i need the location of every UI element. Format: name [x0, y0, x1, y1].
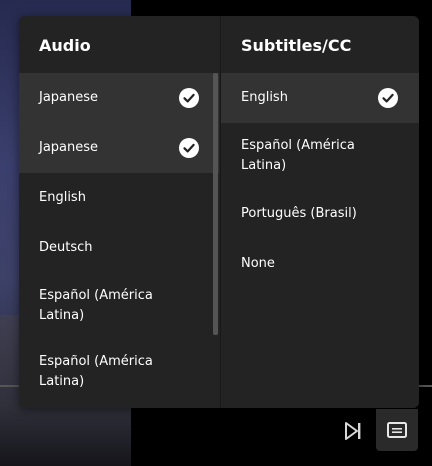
subtitle-option-portugues[interactable]: Português (Brasil) [221, 189, 419, 239]
captions-button[interactable] [376, 409, 418, 451]
subtitles-column: Subtitles/CC English Español (América La… [220, 16, 419, 408]
audio-option-label: Español (América Latina) [39, 354, 153, 389]
audio-option-espanol-2[interactable]: Español (América Latina) [19, 339, 219, 405]
audio-option-english[interactable]: English [19, 173, 219, 223]
skip-next-icon [342, 422, 364, 446]
audio-option-label: Español (América Latina) [39, 288, 153, 323]
subtitle-option-espanol[interactable]: Español (América Latina) [221, 123, 419, 189]
audio-option-label: Japanese [39, 140, 99, 155]
audio-option-label: Deutsch [39, 240, 93, 255]
subtitles-list: English Español (América Latina) Portugu… [221, 73, 419, 289]
subtitle-option-label: Español (América Latina) [241, 138, 355, 173]
audio-option-deutsch[interactable]: Deutsch [19, 223, 219, 273]
audio-option-japanese-1[interactable]: Japanese [19, 73, 219, 123]
subtitle-option-label: Português (Brasil) [241, 206, 357, 221]
subtitles-heading: Subtitles/CC [241, 36, 352, 55]
audio-option-label: English [39, 190, 86, 205]
audio-option-japanese-2[interactable]: Japanese [19, 123, 219, 173]
subtitle-option-none[interactable]: None [221, 239, 419, 289]
subtitle-option-english[interactable]: English [221, 73, 419, 123]
audio-option-espanol-1[interactable]: Español (América Latina) [19, 273, 219, 339]
audio-heading: Audio [39, 36, 91, 55]
subtitle-option-label: None [241, 256, 275, 271]
audio-column: Audio Japanese Japanese English Deutsch [19, 16, 219, 408]
checkmark-icon [179, 88, 199, 108]
audio-option-label: Japanese [39, 90, 99, 105]
audio-subtitles-menu: Audio Japanese Japanese English Deutsch [19, 16, 419, 408]
skip-next-button[interactable] [342, 420, 364, 442]
audio-scrollbar[interactable] [213, 73, 218, 335]
checkmark-icon [179, 138, 199, 158]
checkmark-icon [378, 88, 398, 108]
subtitle-option-label: English [241, 90, 288, 105]
audio-list: Japanese Japanese English Deutsch Españo… [19, 73, 219, 405]
